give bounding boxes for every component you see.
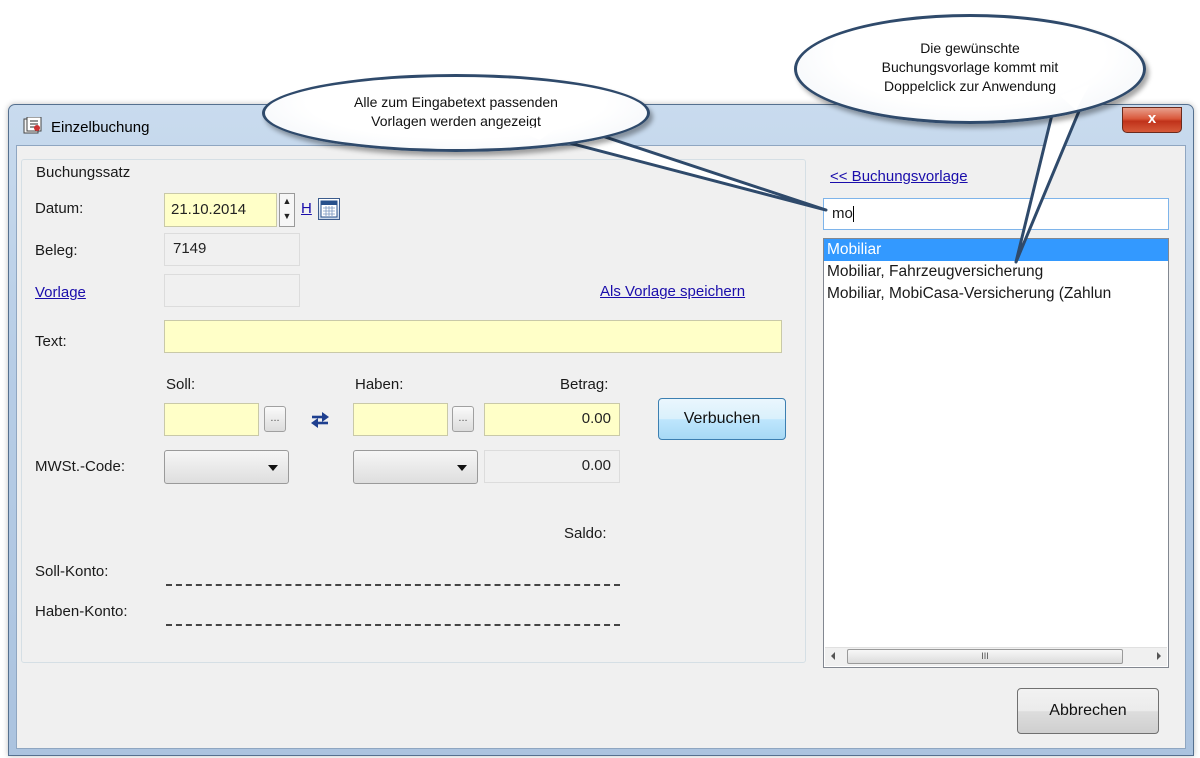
callout-left-line-2: Vorlagen werden angezeigt (371, 113, 541, 129)
callout-right-line-1: Die gewünschte (920, 40, 1020, 56)
callout-right: Die gewünschte Buchungsvorlage kommt mit… (794, 14, 1146, 124)
callout-left-line-1: Alle zum Eingabetext passenden (354, 94, 558, 110)
callout-left: Alle zum Eingabetext passenden Vorlagen … (262, 74, 650, 152)
callout-right-line-3: Doppelclick zur Anwendung (884, 78, 1056, 94)
callout-right-line-2: Buchungsvorlage kommt mit (881, 59, 1059, 75)
